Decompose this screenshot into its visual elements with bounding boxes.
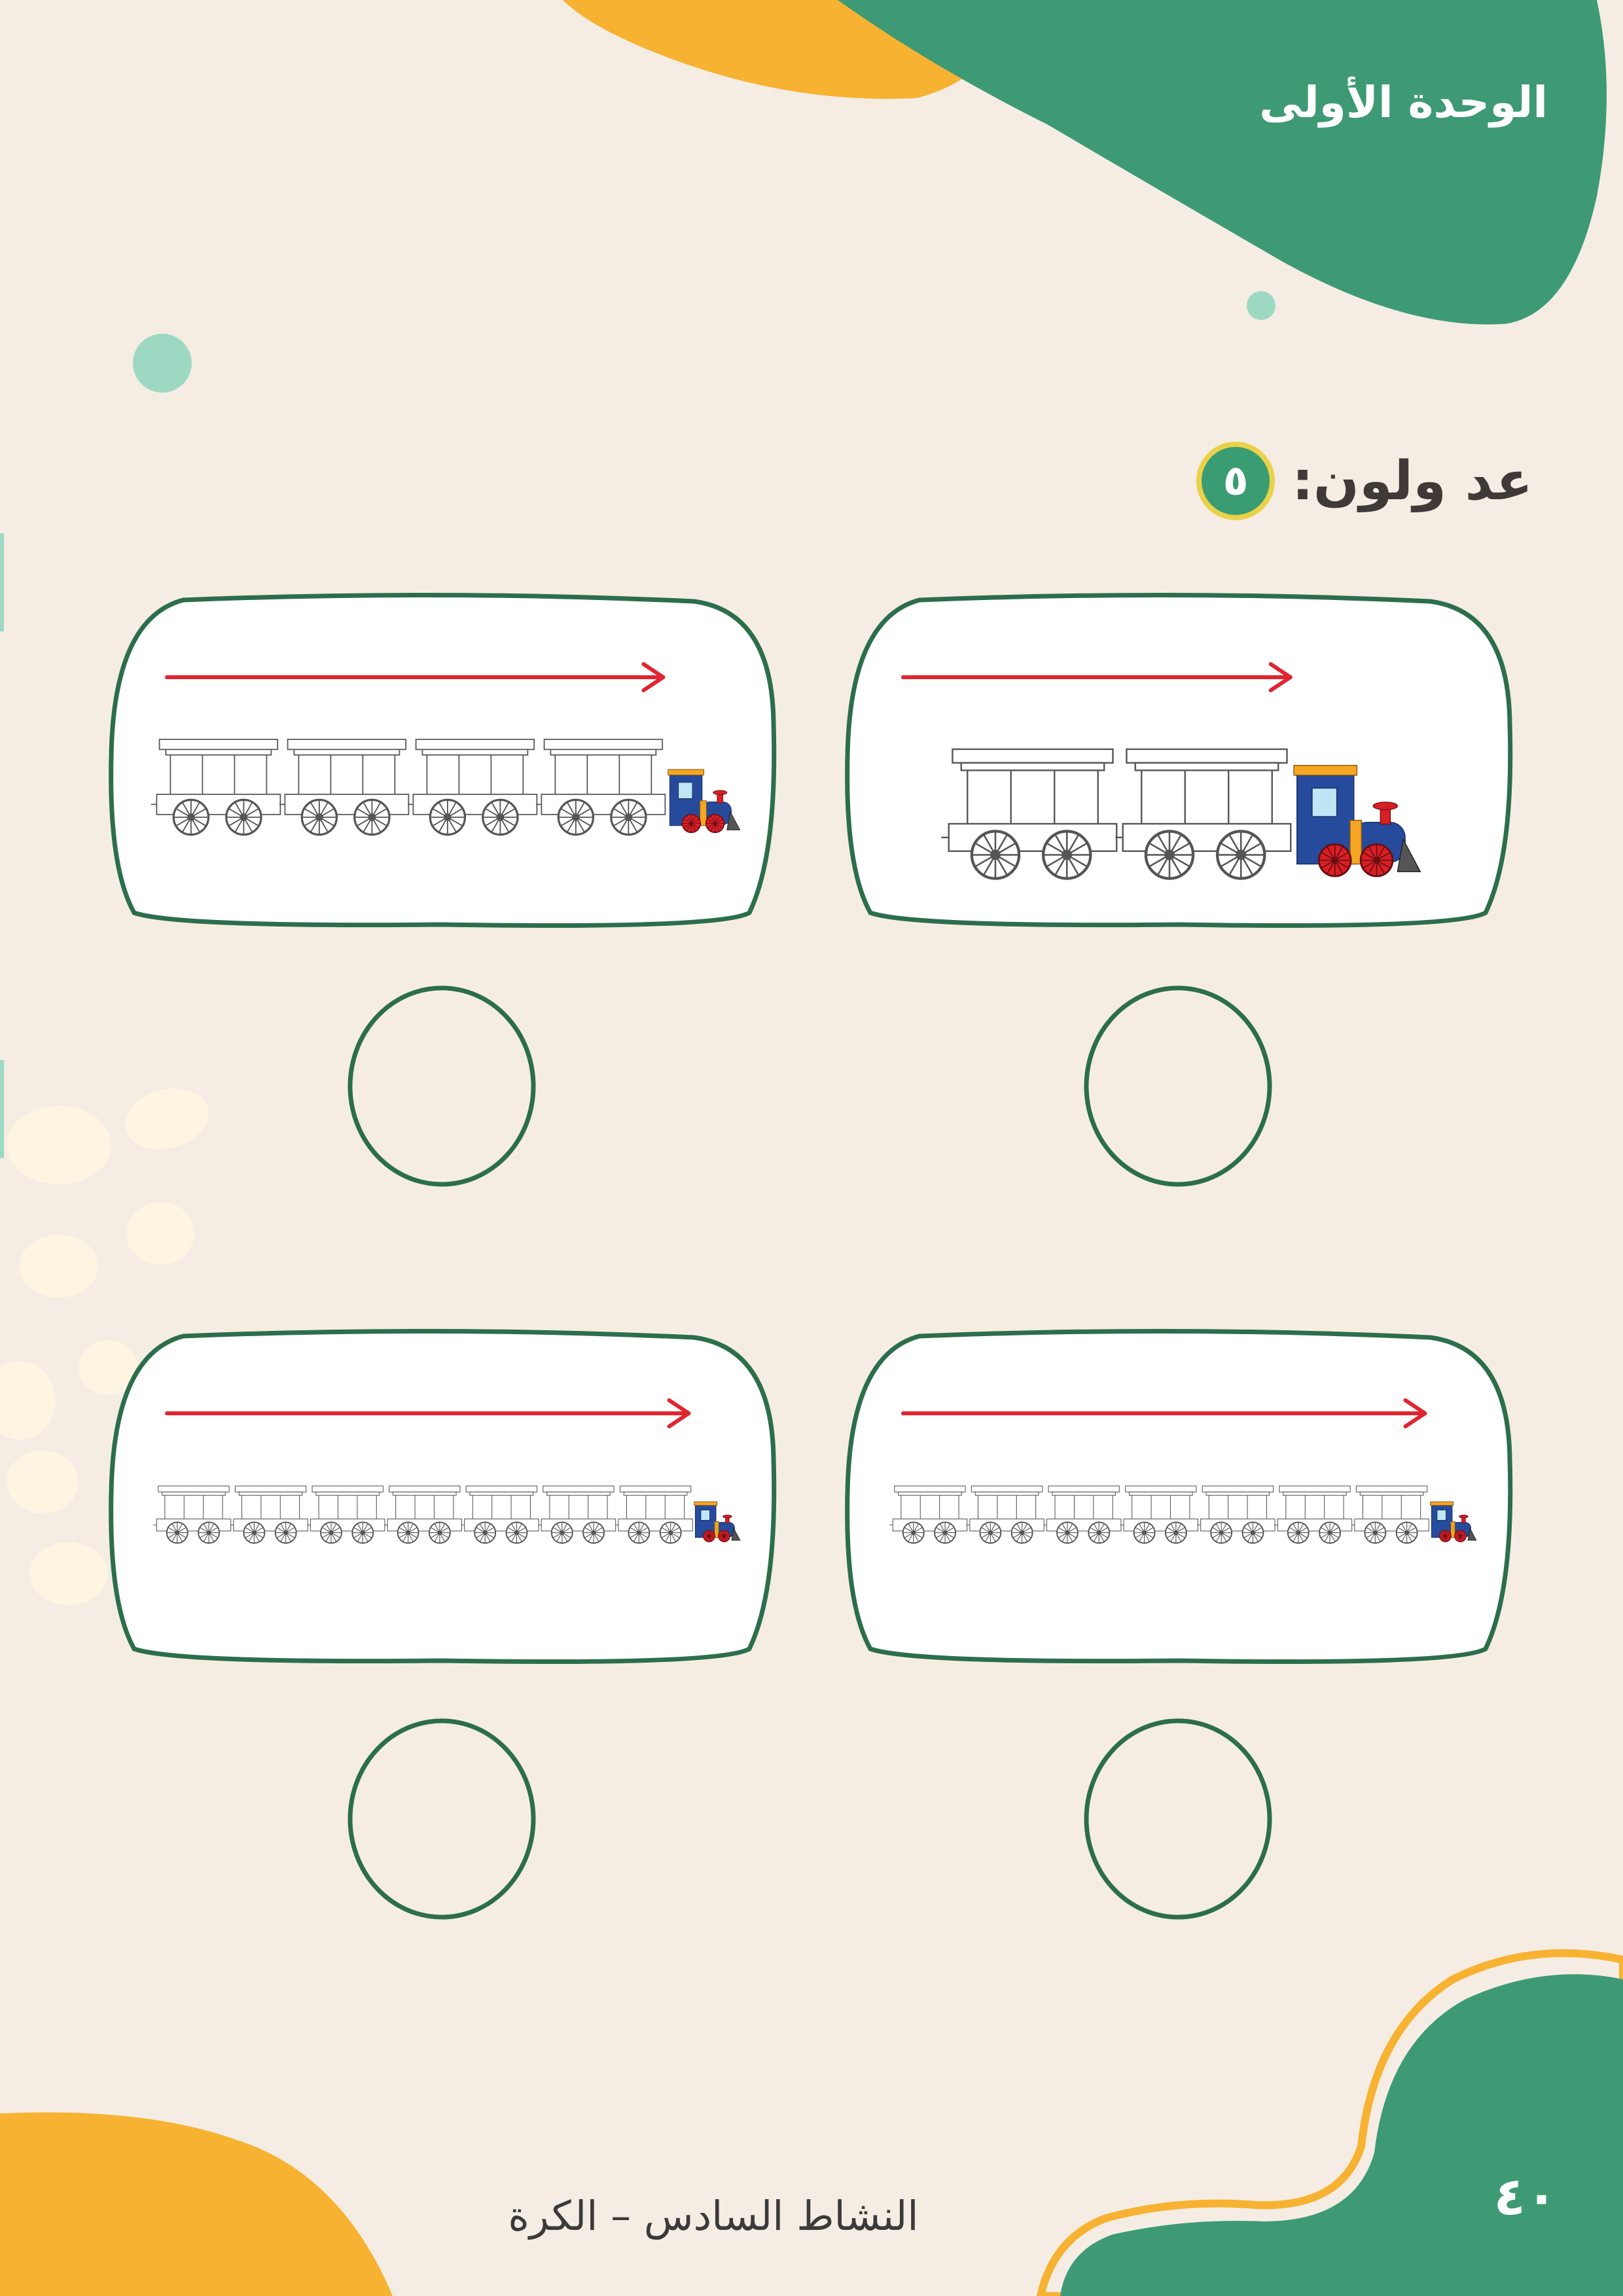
bottom-left-orange-blob <box>0 2112 393 2296</box>
question-number-badge: ٥ <box>1196 442 1275 520</box>
page-number: ٤٠ <box>1493 2166 1558 2227</box>
exercise-card <box>841 592 1515 929</box>
mint-dot-small <box>1247 291 1275 320</box>
exercise-card <box>105 592 779 929</box>
card-outline <box>845 1328 1513 1665</box>
answer-oval[interactable] <box>347 985 537 1188</box>
mint-dot-large <box>133 334 192 393</box>
card-outline <box>109 592 777 928</box>
exercise-card <box>841 1328 1515 1665</box>
exercise-card <box>105 1328 779 1665</box>
answer-oval[interactable] <box>347 1718 537 1920</box>
bottom-right-green-blob <box>1060 1974 1623 2296</box>
question-heading: ٥ عد ولون: <box>1196 435 1533 527</box>
unit-title: الوحدة الأولى <box>1259 77 1548 128</box>
top-green-blob <box>838 0 1607 325</box>
activity-title: النشاط السادس – الكرة <box>508 2192 919 2240</box>
card-outline <box>109 1328 777 1665</box>
answer-oval[interactable] <box>1083 1718 1273 1920</box>
background-decoration <box>0 0 1623 2296</box>
left-edge-mark <box>0 533 4 631</box>
question-instruction: عد ولون: <box>1292 450 1533 512</box>
answer-oval[interactable] <box>1083 985 1273 1188</box>
left-edge-mark <box>0 1060 4 1158</box>
